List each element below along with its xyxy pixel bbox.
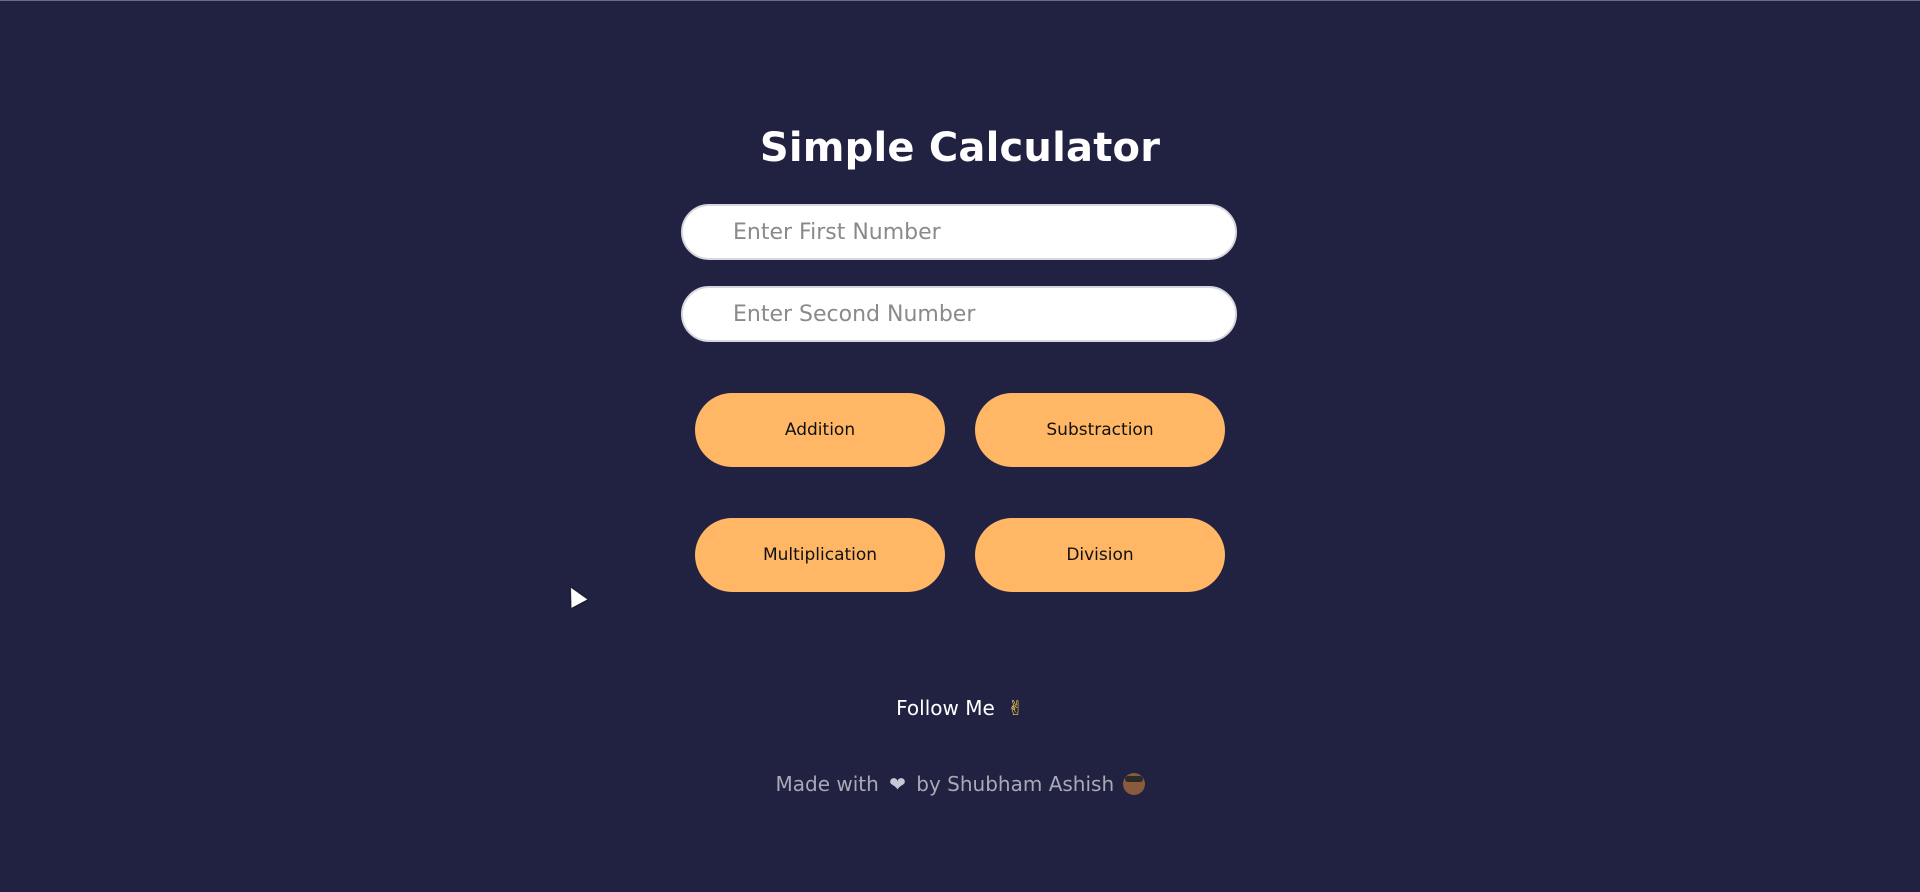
addition-button[interactable]: Addition bbox=[695, 393, 945, 467]
multiplication-button[interactable]: Multiplication bbox=[695, 518, 945, 592]
top-border bbox=[0, 0, 1920, 1]
division-button[interactable]: Division bbox=[975, 518, 1225, 592]
page-title: Simple Calculator bbox=[759, 124, 1161, 171]
footer-credit: Made with ❤ by Shubham Ashish bbox=[0, 772, 1920, 796]
mouse-pointer-icon bbox=[563, 583, 588, 608]
victory-hand-icon: ✌ bbox=[1007, 696, 1024, 720]
follow-me-label: Follow Me bbox=[896, 696, 995, 720]
second-number-input[interactable] bbox=[681, 286, 1237, 342]
sunglasses-face-icon bbox=[1122, 773, 1145, 795]
heart-icon: ❤ bbox=[889, 772, 906, 796]
calculator-page: Simple Calculator Addition Substraction … bbox=[0, 0, 1920, 892]
first-number-input[interactable] bbox=[681, 204, 1237, 260]
follow-me[interactable]: Follow Me ✌ bbox=[0, 696, 1920, 720]
subtraction-button[interactable]: Substraction bbox=[975, 393, 1225, 467]
author-credit: by Shubham Ashish bbox=[916, 772, 1115, 796]
made-with-text: Made with bbox=[775, 772, 879, 796]
